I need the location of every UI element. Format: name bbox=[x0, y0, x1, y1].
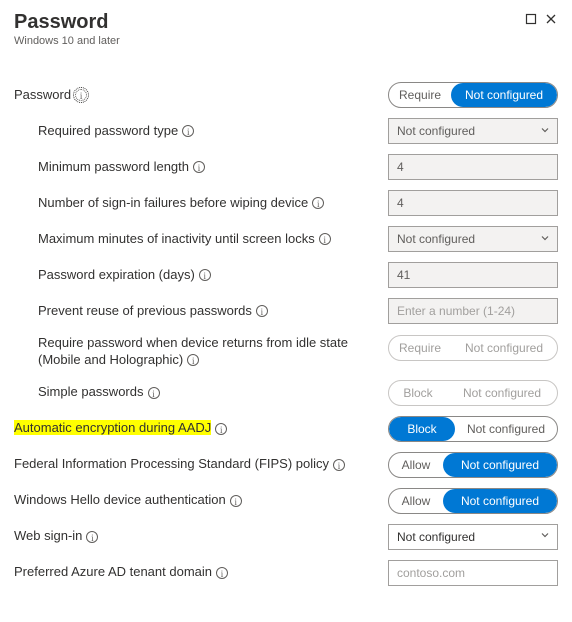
info-icon[interactable]: i bbox=[187, 354, 199, 366]
info-icon[interactable]: i bbox=[256, 305, 268, 317]
info-icon[interactable]: i bbox=[199, 269, 211, 281]
select-required-type: Not configured bbox=[388, 118, 558, 144]
info-icon[interactable]: i bbox=[215, 423, 227, 435]
row-required-type: Required password type i Not configured bbox=[14, 113, 558, 149]
label-failures: Number of sign-in failures before wiping… bbox=[38, 195, 308, 210]
input-prevent-reuse bbox=[388, 298, 558, 324]
info-icon[interactable]: i bbox=[216, 567, 228, 579]
chevron-down-icon bbox=[539, 124, 551, 139]
row-idle-return: Require password when device returns fro… bbox=[14, 329, 558, 375]
close-icon[interactable] bbox=[544, 12, 558, 26]
toggle-option-not-configured: Not configured bbox=[451, 336, 557, 360]
row-tenant-domain: Preferred Azure AD tenant domain i bbox=[14, 555, 558, 591]
row-fips: Federal Information Processing Standard … bbox=[14, 447, 558, 483]
label-inactivity: Maximum minutes of inactivity until scre… bbox=[38, 231, 315, 246]
toggle-option-require[interactable]: Require bbox=[389, 83, 451, 107]
toggle-password[interactable]: Require Not configured bbox=[388, 82, 558, 108]
select-web-signin[interactable]: Not configured bbox=[388, 524, 558, 550]
header: Password Windows 10 and later bbox=[14, 10, 558, 47]
info-icon[interactable]: i bbox=[319, 233, 331, 245]
toggle-option-block[interactable]: Block bbox=[389, 417, 455, 441]
input-expiration bbox=[388, 262, 558, 288]
toggle-fips[interactable]: Allow Not configured bbox=[388, 452, 558, 478]
toggle-option-not-configured[interactable]: Not configured bbox=[443, 489, 557, 513]
info-icon[interactable]: i bbox=[333, 459, 345, 471]
toggle-option-not-configured: Not configured bbox=[447, 381, 557, 405]
info-icon[interactable]: i bbox=[230, 495, 242, 507]
label-windows-hello: Windows Hello device authentication bbox=[14, 492, 226, 507]
label-required-type: Required password type bbox=[38, 123, 178, 138]
label-web-signin: Web sign-in bbox=[14, 528, 82, 543]
chevron-down-icon bbox=[539, 529, 551, 544]
toggle-option-require: Require bbox=[389, 336, 451, 360]
toggle-option-block: Block bbox=[389, 381, 447, 405]
input-failures-wipe bbox=[388, 190, 558, 216]
settings-list: Password i Require Not configured Require… bbox=[14, 77, 558, 591]
label-fips: Federal Information Processing Standard … bbox=[14, 456, 329, 471]
toggle-option-allow[interactable]: Allow bbox=[389, 453, 443, 477]
row-auto-encryption: Automatic encryption during AADJ i Block … bbox=[14, 411, 558, 447]
label-min-length: Minimum password length bbox=[38, 159, 189, 174]
row-expiration: Password expiration (days) i bbox=[14, 257, 558, 293]
row-prevent-reuse: Prevent reuse of previous passwords i bbox=[14, 293, 558, 329]
toggle-option-not-configured[interactable]: Not configured bbox=[443, 453, 557, 477]
label-prevent-reuse: Prevent reuse of previous passwords bbox=[38, 303, 252, 318]
label-password: Password bbox=[14, 87, 71, 102]
toggle-windows-hello[interactable]: Allow Not configured bbox=[388, 488, 558, 514]
chevron-down-icon bbox=[539, 232, 551, 247]
info-icon[interactable]: i bbox=[182, 125, 194, 137]
page-title: Password bbox=[14, 10, 524, 34]
maximize-icon[interactable] bbox=[524, 12, 538, 26]
row-password: Password i Require Not configured bbox=[14, 77, 558, 113]
row-min-length: Minimum password length i bbox=[14, 149, 558, 185]
toggle-option-not-configured[interactable]: Not configured bbox=[451, 83, 557, 107]
info-icon[interactable]: i bbox=[75, 89, 87, 101]
info-icon[interactable]: i bbox=[86, 531, 98, 543]
label-simple-passwords: Simple passwords bbox=[38, 384, 144, 399]
page-subtitle: Windows 10 and later bbox=[14, 35, 524, 47]
info-icon[interactable]: i bbox=[193, 161, 205, 173]
input-min-length bbox=[388, 154, 558, 180]
row-inactivity: Maximum minutes of inactivity until scre… bbox=[14, 221, 558, 257]
label-expiration: Password expiration (days) bbox=[38, 267, 195, 282]
info-icon[interactable]: i bbox=[312, 197, 324, 209]
toggle-option-allow[interactable]: Allow bbox=[389, 489, 443, 513]
toggle-auto-encryption[interactable]: Block Not configured bbox=[388, 416, 558, 442]
toggle-idle-return: Require Not configured bbox=[388, 335, 558, 361]
label-tenant-domain: Preferred Azure AD tenant domain bbox=[14, 564, 212, 579]
input-tenant-domain[interactable] bbox=[388, 560, 558, 586]
select-inactivity: Not configured bbox=[388, 226, 558, 252]
row-web-signin: Web sign-in i Not configured bbox=[14, 519, 558, 555]
row-failures-wipe: Number of sign-in failures before wiping… bbox=[14, 185, 558, 221]
toggle-simple-passwords: Block Not configured bbox=[388, 380, 558, 406]
toggle-option-not-configured[interactable]: Not configured bbox=[455, 417, 557, 441]
row-simple-passwords: Simple passwords i Block Not configured bbox=[14, 375, 558, 411]
label-auto-encryption: Automatic encryption during AADJ bbox=[14, 420, 211, 435]
row-windows-hello: Windows Hello device authentication i All… bbox=[14, 483, 558, 519]
info-icon[interactable]: i bbox=[148, 387, 160, 399]
